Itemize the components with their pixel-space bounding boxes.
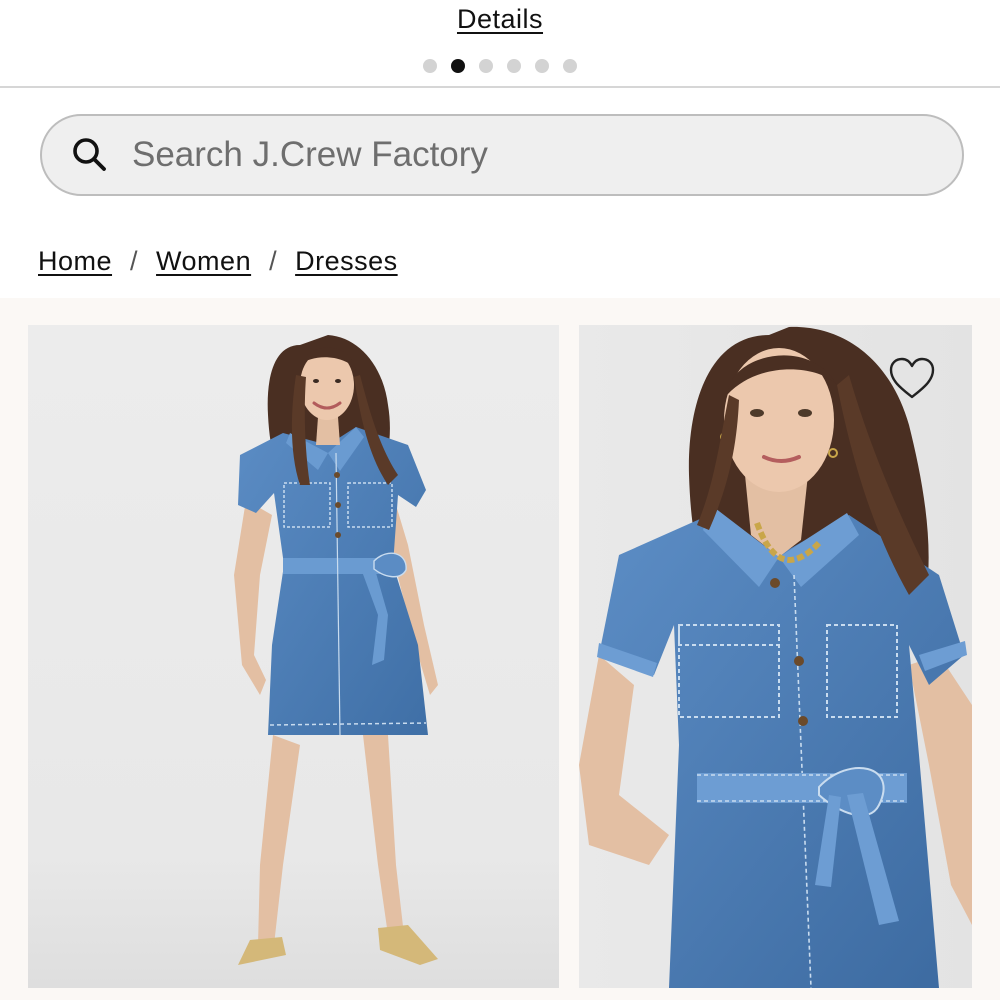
breadcrumb-separator: / [269, 246, 278, 276]
top-bar: Details [0, 0, 1000, 88]
breadcrumb-separator: / [130, 246, 139, 276]
carousel-dot[interactable] [423, 59, 437, 73]
product-image-full-length[interactable] [28, 325, 559, 988]
carousel-dot[interactable] [479, 59, 493, 73]
heart-outline-icon[interactable] [888, 357, 936, 401]
carousel-dot-active[interactable] [451, 59, 465, 73]
breadcrumb-women[interactable]: Women [156, 246, 251, 277]
carousel-dot[interactable] [535, 59, 549, 73]
breadcrumb-dresses[interactable]: Dresses [295, 246, 398, 277]
breadcrumb: Home / Women / Dresses [38, 246, 398, 277]
product-image-closeup[interactable] [579, 325, 972, 988]
search-icon[interactable] [70, 135, 110, 175]
product-gallery [0, 298, 1000, 1000]
carousel-dots [0, 59, 1000, 73]
search-input[interactable] [132, 135, 962, 175]
carousel-dot[interactable] [507, 59, 521, 73]
search-bar[interactable] [40, 114, 964, 196]
breadcrumb-home[interactable]: Home [38, 246, 112, 277]
details-link[interactable]: Details [0, 4, 1000, 35]
carousel-dot[interactable] [563, 59, 577, 73]
